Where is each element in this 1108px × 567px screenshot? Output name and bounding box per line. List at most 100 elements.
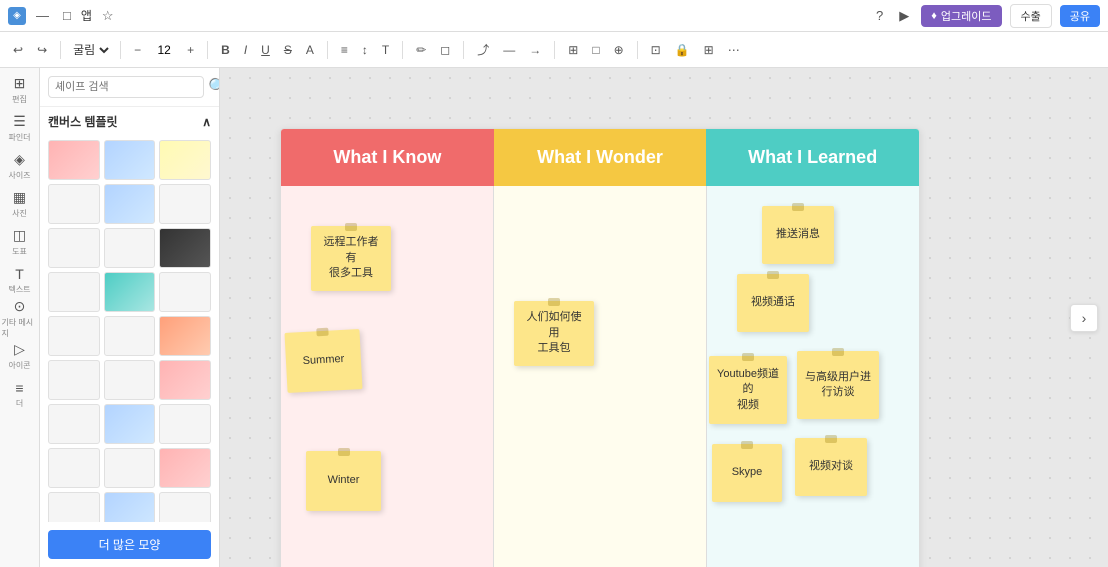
font-size-decrease-btn[interactable]: − (129, 41, 146, 59)
toolbar: ↩ ↪ 굴림 − + B I U S A ≡ ↕ T ✏ ◻ ⤴ — → ⊞ □… (0, 32, 1108, 68)
sticky-note-7[interactable]: Youtube频道的视频 (709, 356, 787, 424)
template-thumb-13[interactable] (48, 316, 100, 356)
nav-more[interactable]: ≡ 더 (2, 376, 38, 412)
font-size-increase-btn[interactable]: + (182, 41, 199, 59)
template-thumb-18[interactable] (159, 360, 211, 400)
nav-text[interactable]: T 텍스트 (2, 262, 38, 298)
color-btn[interactable]: A (301, 41, 319, 59)
template-thumb-10[interactable] (48, 272, 100, 312)
canvas-area[interactable]: What I Know What I Wonder What I Learned… (220, 68, 1108, 567)
template-thumb-11[interactable] (104, 272, 156, 312)
template-thumb-20[interactable] (104, 404, 156, 444)
edit-icon: ⊞ (14, 75, 26, 92)
sticky-note-4[interactable]: 人们如何使用工具包 (514, 301, 594, 366)
nav-chart[interactable]: ◫ 도표 (2, 224, 38, 260)
template-thumb-26[interactable] (104, 492, 156, 522)
template-thumb-6[interactable] (159, 184, 211, 224)
template-thumb-16[interactable] (48, 360, 100, 400)
group-btn[interactable]: ⊞ (699, 41, 719, 59)
strikethrough-btn[interactable]: S (279, 41, 297, 59)
eraser-btn[interactable]: ◻ (435, 41, 455, 59)
collapse-icon[interactable]: ∧ (202, 115, 211, 129)
draw-btn[interactable]: ✏ (411, 41, 431, 59)
minimize-btn[interactable]: — (32, 6, 53, 25)
template-thumb-7[interactable] (48, 228, 100, 268)
play-btn[interactable]: ▶ (895, 6, 913, 26)
connect-btn[interactable]: ⤴ (472, 39, 494, 60)
arrow-btn[interactable]: → (524, 41, 546, 59)
line-btn[interactable]: — (498, 41, 520, 59)
kwl-table: What I Know What I Wonder What I Learned… (280, 128, 920, 567)
template-thumb-9[interactable] (159, 228, 211, 268)
message-icon: ⊙ (14, 298, 26, 315)
template-thumb-23[interactable] (104, 448, 156, 488)
template-thumb-1[interactable] (48, 140, 100, 180)
table-btn[interactable]: ⊞ (563, 41, 583, 59)
sticky-note-1[interactable]: 远程工作者有很多工具 (311, 226, 391, 291)
bold-btn[interactable]: B (216, 41, 235, 59)
text-style-btn[interactable]: T (377, 41, 394, 59)
search-icon: 🔍 (208, 77, 220, 97)
redo-btn[interactable]: ↪ (32, 41, 52, 59)
shape-btn[interactable]: □ (587, 41, 604, 59)
nav-icons-item[interactable]: ▷ 아이콘 (2, 338, 38, 374)
nav-size[interactable]: ◈ 사이즈 (2, 148, 38, 184)
toolbar-sep-7 (554, 41, 555, 59)
sticky-note-5[interactable]: 推送消息 (762, 206, 834, 264)
template-thumb-14[interactable] (104, 316, 156, 356)
template-thumb-21[interactable] (159, 404, 211, 444)
lock-btn[interactable]: 🔒 (670, 41, 695, 59)
undo-btn[interactable]: ↩ (8, 41, 28, 59)
nav-finder[interactable]: ☰ 파인더 (2, 110, 38, 146)
template-thumb-25[interactable] (48, 492, 100, 522)
help-btn[interactable]: ? (872, 6, 887, 25)
template-thumb-5[interactable] (104, 184, 156, 224)
toolbar-sep-1 (60, 41, 61, 59)
template-thumb-19[interactable] (48, 404, 100, 444)
sticky-note-8[interactable]: 与高级用户进行访谈 (797, 351, 879, 419)
sticky-note-9[interactable]: Skype (712, 444, 782, 502)
template-thumb-8[interactable] (104, 228, 156, 268)
more-shapes-button[interactable]: 더 많은 모양 (48, 530, 211, 559)
right-panel-toggle[interactable]: › (1070, 304, 1098, 332)
sticky-note-2[interactable]: Summer (284, 329, 362, 393)
nav-photo[interactable]: ▦ 사진 (2, 186, 38, 222)
insert-btn[interactable]: ⊕ (609, 41, 629, 59)
font-family-select[interactable]: 굴림 (69, 42, 112, 58)
main-content: ⊞ 편집 ☰ 파인더 ◈ 사이즈 ▦ 사진 ◫ 도표 T 텍스트 ⊙ 기타 메시… (0, 68, 1108, 567)
upgrade-button[interactable]: ♦ 업그레이드 (921, 5, 1001, 27)
sticky-note-3[interactable]: Winter (306, 451, 381, 511)
publish-button[interactable]: 공유 (1060, 5, 1100, 27)
template-thumb-17[interactable] (104, 360, 156, 400)
crop-btn[interactable]: ⊡ (646, 41, 666, 59)
template-thumb-12[interactable] (159, 272, 211, 312)
upgrade-icon: ♦ (931, 10, 937, 22)
star-btn[interactable]: ☆ (98, 6, 118, 26)
font-size-input[interactable] (150, 43, 178, 57)
nav-icons: ⊞ 편집 ☰ 파인더 ◈ 사이즈 ▦ 사진 ◫ 도표 T 텍스트 ⊙ 기타 메시… (0, 68, 40, 567)
nav-edit[interactable]: ⊞ 편집 (2, 72, 38, 108)
template-thumb-4[interactable] (48, 184, 100, 224)
template-thumb-2[interactable] (104, 140, 156, 180)
finder-icon: ☰ (13, 113, 26, 130)
search-input[interactable] (48, 76, 204, 98)
kwl-body: 远程工作者有很多工具 Summer Winter 人们如何使用工具包 推送消息 (281, 186, 919, 567)
kwl-headers: What I Know What I Wonder What I Learned (281, 129, 919, 186)
template-thumb-22[interactable] (48, 448, 100, 488)
template-thumb-24[interactable] (159, 448, 211, 488)
template-thumb-15[interactable] (159, 316, 211, 356)
template-thumb-3[interactable] (159, 140, 211, 180)
share-button[interactable]: 수출 (1010, 4, 1052, 28)
underline-btn[interactable]: U (256, 41, 275, 59)
toolbar-sep-8 (637, 41, 638, 59)
nav-message[interactable]: ⊙ 기타 메시지 (2, 300, 38, 336)
window-btn[interactable]: □ (59, 6, 75, 25)
align-btn[interactable]: ≡ (336, 41, 353, 59)
template-thumb-27[interactable] (159, 492, 211, 522)
line-spacing-btn[interactable]: ↕ (357, 41, 373, 59)
italic-btn[interactable]: I (239, 41, 252, 59)
sticky-note-6[interactable]: 视频通话 (737, 274, 809, 332)
more-options-btn[interactable]: ⋯ (723, 41, 745, 59)
sidebar-search-area: 🔍 (40, 68, 219, 107)
sticky-note-10[interactable]: 视频对谈 (795, 438, 867, 496)
